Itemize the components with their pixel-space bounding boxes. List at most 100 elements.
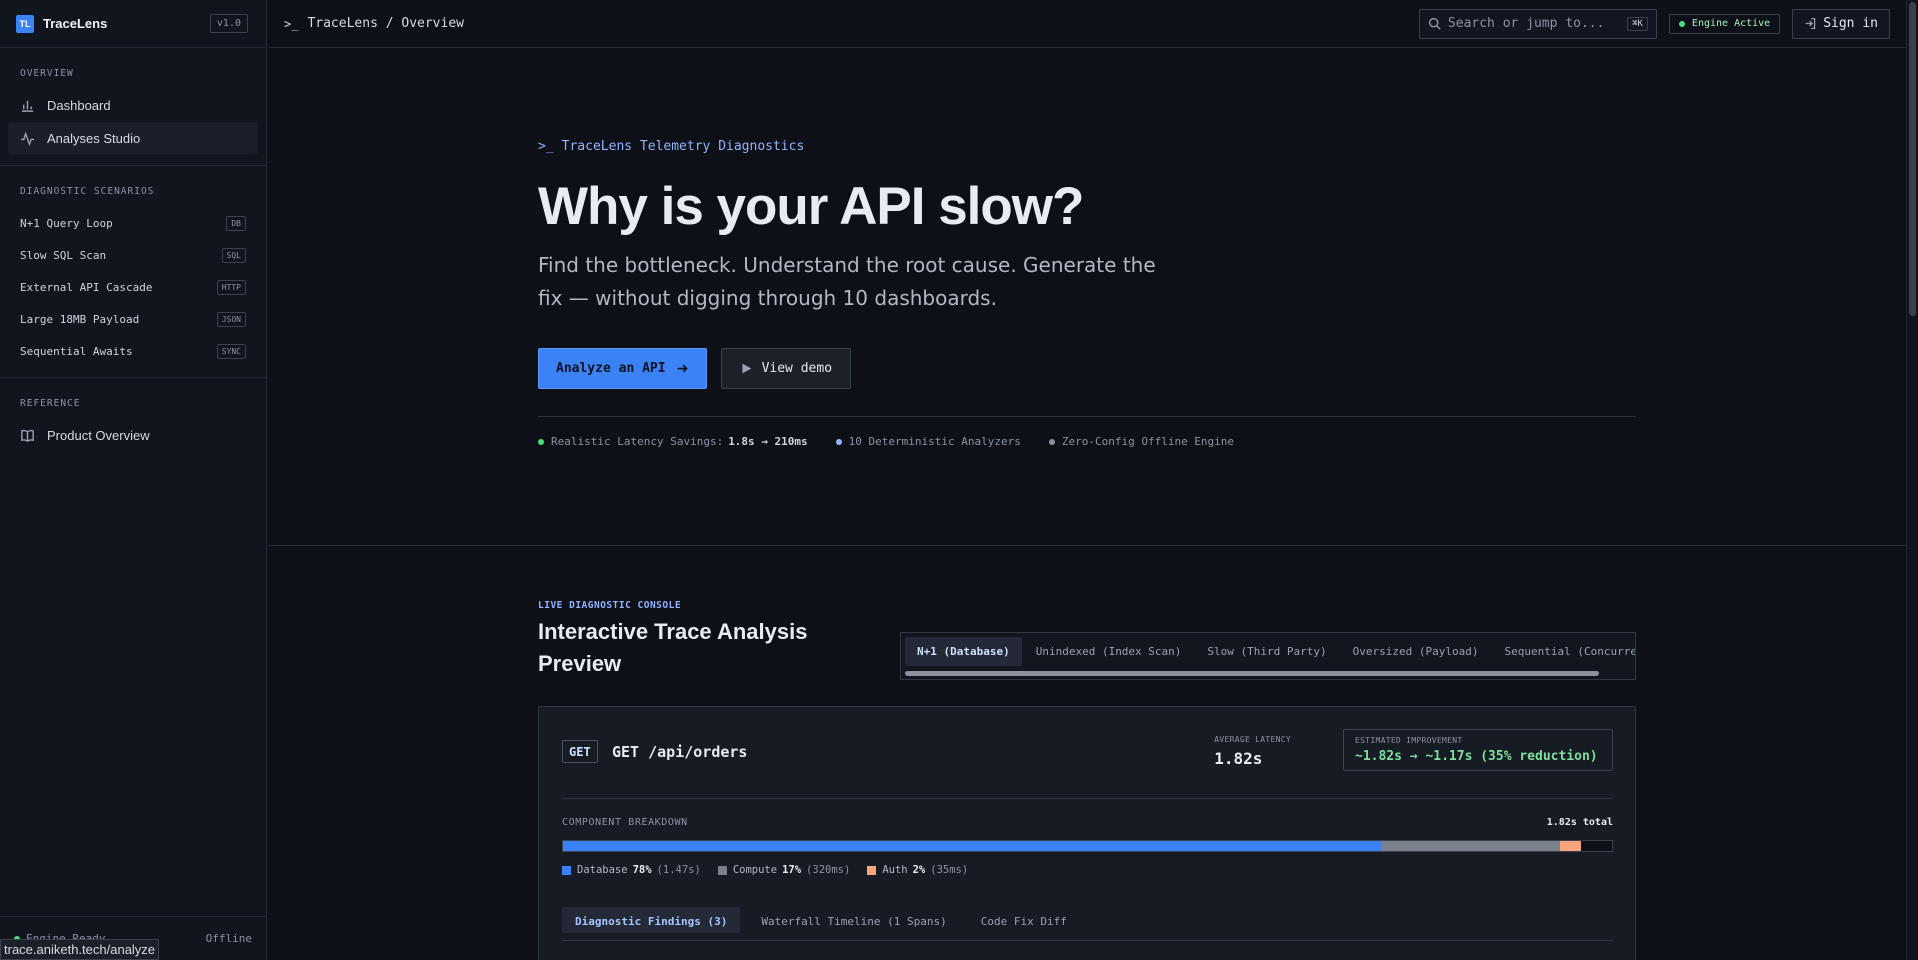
tab-sequential[interactable]: Sequential (Concurrency) — [1492, 637, 1635, 666]
scenario-item-n-plus-one[interactable]: N+1 Query Loop DB — [8, 207, 258, 239]
legend-percent: 17% — [782, 864, 802, 876]
sidebar-item-label: Product Overview — [47, 427, 150, 443]
breakdown-segment-compute — [1381, 841, 1560, 851]
scenario-label: External API Cascade — [20, 280, 153, 294]
arrow-right-icon — [677, 364, 688, 373]
stat-label: 10 Deterministic Analyzers — [848, 435, 1021, 448]
trace-card: GET GET /api/orders AVERAGE LATENCY 1.82… — [538, 706, 1636, 960]
legend-compute: Compute 17% (320ms) — [717, 864, 851, 876]
breakdown-total: 1.82s total — [1546, 817, 1613, 828]
status-dot — [1678, 20, 1685, 27]
view-demo-button[interactable]: View demo — [720, 348, 852, 389]
search-placeholder: Search or jump to... — [1447, 16, 1605, 31]
legend-name: Database — [577, 864, 628, 876]
scenario-label: Sequential Awaits — [20, 344, 133, 358]
sign-in-icon — [1805, 17, 1816, 30]
tabs-scrollbar[interactable] — [905, 671, 1599, 676]
legend-swatch — [562, 865, 571, 875]
overview-section-label: OVERVIEW — [20, 68, 74, 79]
reference-section: REFERENCE Product Overview — [0, 378, 266, 462]
legend-name: Auth — [882, 864, 908, 876]
stat-offline-engine: Zero-Config Offline Engine — [1048, 435, 1235, 448]
engine-status-text: Engine Active — [1691, 18, 1771, 29]
console-title: Interactive Trace Analysis Preview — [538, 619, 808, 676]
sidebar-item-label: Analyses Studio — [47, 130, 141, 146]
sidebar-item-product-overview[interactable]: Product Overview — [8, 419, 258, 451]
tab-waterfall-timeline[interactable]: Waterfall Timeline (1 Spans) — [748, 907, 959, 933]
tab-code-fix-diff[interactable]: Code Fix Diff — [968, 907, 1080, 933]
offline-status: Offline — [205, 932, 252, 945]
console-eyebrow: LIVE DIAGNOSTIC CONSOLE — [538, 600, 682, 611]
breadcrumb-text: TraceLens / Overview — [307, 16, 464, 31]
estimated-improvement-label: ESTIMATED IMPROVEMENT — [1355, 736, 1463, 745]
breakdown-segment-auth — [1559, 841, 1581, 851]
sidebar-item-analyses-studio[interactable]: Analyses Studio — [8, 122, 258, 154]
overview-section: OVERVIEW Dashboard Analyses Studio — [0, 48, 266, 166]
brand-name[interactable]: TraceLens — [43, 16, 107, 31]
scenario-item-sequential-awaits[interactable]: Sequential Awaits SYNC — [8, 335, 258, 367]
search-icon — [1428, 17, 1441, 30]
tab-n-plus-one[interactable]: N+1 (Database) — [905, 637, 1022, 666]
breakdown-legend: Database 78% (1.47s) Compute 17% (320ms)… — [562, 864, 1613, 876]
average-latency: AVERAGE LATENCY 1.82s — [1214, 735, 1291, 768]
scenario-item-large-payload[interactable]: Large 18MB Payload JSON — [8, 303, 258, 335]
page-scrollbar-thumb[interactable] — [1909, 2, 1916, 316]
stat-analyzers: 10 Deterministic Analyzers — [835, 435, 1021, 448]
legend-database: Database 78% (1.47s) — [562, 864, 701, 876]
sidebar-item-label: Dashboard — [47, 97, 111, 113]
scenario-tag: HTTP — [216, 279, 246, 295]
legend-name: Compute — [732, 864, 778, 876]
scenario-tag: JSON — [216, 311, 246, 327]
legend-swatch — [867, 865, 877, 875]
logo[interactable]: TL — [16, 14, 34, 33]
legend-percent: 78% — [632, 864, 652, 876]
breakdown-label: COMPONENT BREAKDOWN — [562, 817, 688, 828]
page-scrollbar[interactable] — [1906, 0, 1918, 960]
tab-slow-third-party[interactable]: Slow (Third Party) — [1195, 637, 1338, 666]
tab-oversized-payload[interactable]: Oversized (Payload) — [1341, 637, 1491, 666]
scenario-tag: SYNC — [216, 343, 246, 359]
breakdown-bar — [562, 840, 1613, 852]
breadcrumb: >_ TraceLens / Overview — [284, 16, 464, 31]
divider — [538, 416, 1636, 417]
legend-duration: (320ms) — [806, 864, 851, 876]
trace-card-header: GET GET /api/orders AVERAGE LATENCY 1.82… — [562, 729, 1613, 799]
link-url-tooltip: trace.aniketh.tech/analyze — [0, 939, 160, 960]
legend-duration: (1.47s) — [656, 864, 701, 876]
analyze-api-button[interactable]: Analyze an API — [538, 348, 707, 389]
view-demo-label: View demo — [761, 361, 833, 376]
breakdown-header: COMPONENT BREAKDOWN 1.82s total — [562, 817, 1613, 828]
search-input[interactable]: Search or jump to... ⌘K — [1418, 8, 1657, 39]
scenario-item-slow-sql[interactable]: Slow SQL Scan SQL — [8, 239, 258, 271]
scenario-label: Slow SQL Scan — [20, 248, 107, 262]
tab-unindexed[interactable]: Unindexed (Index Scan) — [1024, 637, 1194, 666]
result-tabs: Diagnostic Findings (3) Waterfall Timeli… — [562, 907, 1613, 941]
tab-diagnostic-findings[interactable]: Diagnostic Findings (3) — [562, 907, 741, 933]
reference-section-label: REFERENCE — [20, 398, 81, 409]
stat-label: Realistic Latency Savings: — [551, 435, 724, 448]
scenario-tabs: N+1 (Database) Unindexed (Index Scan) Sl… — [900, 632, 1636, 680]
average-latency-value: 1.82s — [1214, 749, 1263, 768]
stat-latency-savings: Realistic Latency Savings: 1.8s → 210ms — [538, 435, 808, 448]
app-window: TL TraceLens v1.0 OVERVIEW Dashboard Ana… — [0, 0, 1918, 960]
shortcut-badge: ⌘K — [1627, 16, 1648, 31]
book-icon — [21, 429, 34, 442]
stat-label: Zero-Config Offline Engine — [1061, 435, 1235, 448]
terminal-icon: >_ — [538, 139, 554, 154]
average-latency-label: AVERAGE LATENCY — [1214, 735, 1291, 744]
scenarios-section-label: DIAGNOSTIC SCENARIOS — [20, 186, 155, 197]
terminal-icon: >_ — [284, 16, 299, 31]
sidebar-item-dashboard[interactable]: Dashboard — [8, 89, 258, 121]
legend-duration: (35ms) — [930, 864, 969, 876]
sign-in-button[interactable]: Sign in — [1792, 8, 1890, 39]
top-bar: >_ TraceLens / Overview Search or jump t… — [268, 0, 1906, 48]
sidebar-header: TL TraceLens v1.0 — [0, 0, 266, 48]
scenario-item-external-api[interactable]: External API Cascade HTTP — [8, 271, 258, 303]
endpoint-title: GET /api/orders — [612, 743, 748, 761]
sign-in-label: Sign in — [1823, 16, 1878, 31]
hero-section: >_ TraceLens Telemetry Diagnostics Why i… — [268, 49, 1906, 546]
hero-content: >_ TraceLens Telemetry Diagnostics Why i… — [538, 139, 1636, 448]
hero-headline: Why is your API slow? — [538, 177, 1084, 236]
diagnostic-console: LIVE DIAGNOSTIC CONSOLE Interactive Trac… — [538, 600, 1636, 960]
activity-icon — [20, 131, 35, 146]
